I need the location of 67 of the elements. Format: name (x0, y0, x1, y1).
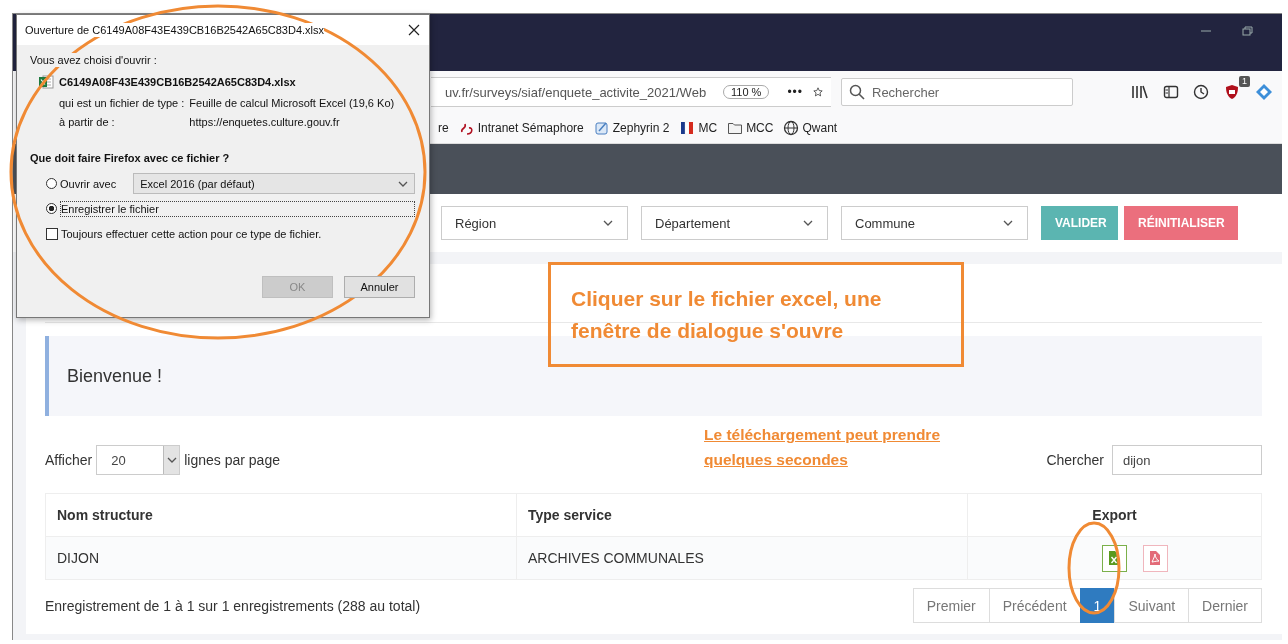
flag-icon (679, 120, 696, 136)
search-field[interactable]: dijon (1112, 445, 1262, 475)
bookmark[interactable]: Zephyrin 2 (593, 120, 670, 136)
pagination-button[interactable]: Dernier (1188, 588, 1262, 623)
close-icon (408, 24, 420, 36)
detail-value: https://enquetes.culture.gouv.fr (189, 116, 341, 128)
filter-dropdown[interactable]: Département (641, 206, 828, 240)
pdf-icon (1148, 550, 1162, 566)
chevron-icon (603, 220, 613, 226)
clock-icon (1193, 84, 1209, 100)
label: Chercher (1046, 452, 1104, 468)
pagination-button[interactable]: Suivant (1114, 588, 1190, 623)
option-label[interactable]: Ouvrir avec (60, 177, 117, 190)
restore-icon (1242, 26, 1254, 36)
filter-dropdown[interactable]: Commune (841, 206, 1028, 240)
note-text: Le téléchargement peut prendre quelques secondes (704, 425, 941, 470)
callout-text: Cliquer sur le fichier excel, une fenêtre de dialogue s'ouvre (571, 287, 882, 342)
checkbox-label[interactable]: Toujours effectuer cette action pour ce type de fichier. (61, 227, 322, 240)
notification-badge: 1 (1239, 76, 1250, 87)
chevron-icon (166, 457, 177, 463)
detail-label: qui est un fichier de type : (59, 97, 185, 109)
pagination-button[interactable]: Premier (912, 588, 990, 623)
sidebar-icon (1163, 84, 1179, 100)
table-cell: ARCHIVES COMMUNALES (528, 550, 704, 566)
bookmark[interactable]: Qwant (783, 120, 838, 136)
bookmark[interactable]: Intranet Sémaphore (458, 120, 584, 136)
radio-button[interactable] (46, 178, 57, 189)
bookmark[interactable]: MC (679, 120, 718, 136)
globe-icon (783, 120, 800, 136)
detail-value: Feuille de calcul Microsoft Excel (19,6 Ko) (189, 97, 396, 109)
chevron-icon (803, 220, 813, 226)
app-dropdown[interactable]: Excel 2016 (par défaut) (133, 173, 415, 194)
pdf-export-button[interactable] (1142, 544, 1168, 572)
cancel-button[interactable]: Annuler (344, 276, 415, 298)
pagination-button[interactable]: Précédent (988, 588, 1081, 623)
chevron-icon (398, 180, 408, 187)
page-size-dropdown[interactable]: 20 (96, 445, 181, 475)
record-summary: Enregistrement de 1 à 1 sur 1 enregistrements (288 au total) (45, 597, 421, 614)
checkbox[interactable] (46, 227, 58, 240)
bookmark[interactable]: MCC (727, 120, 774, 136)
file-name: C6149A08F43E439CB16B2542A65C83D4.xlsx (59, 76, 296, 88)
folder-icon (727, 120, 744, 136)
radio-button[interactable] (46, 203, 57, 214)
chevron-icon (1003, 220, 1013, 226)
column-header: Nom structure (57, 507, 153, 523)
table-cell: DIJON (57, 550, 99, 566)
page-actions-button[interactable]: ••• (787, 85, 803, 99)
detail-label: à partir de : (59, 116, 116, 128)
bookmark[interactable]: re (438, 121, 449, 135)
label: Afficher (45, 452, 93, 468)
url-text: uv.fr/surveys/siaf/enquete_activite_2021/Web (445, 84, 708, 100)
search-field[interactable]: Rechercher (841, 78, 1073, 106)
dialog-text: Vous avez choisi d'ouvrir : (30, 53, 157, 67)
shield-icon (1223, 83, 1241, 101)
option-label[interactable]: Enregistrer le fichier (60, 200, 415, 217)
dialog-title: Ouverture de C6149A08F43E439CB16B2542A65C83D4.xlsx (25, 23, 325, 37)
welcome-text: Bienvenue ! (67, 365, 163, 387)
bookmark-icon (593, 120, 610, 136)
diamond-icon (1255, 83, 1273, 101)
column-header: Export (1092, 507, 1137, 523)
spreadsheet-icon (38, 74, 54, 90)
filter-dropdown[interactable]: Région (441, 206, 628, 240)
dialog-question: Que doit faire Firefox avec ce fichier ? (30, 152, 231, 164)
address-bar[interactable]: uv.fr/surveys/siaf/enquete_activite_2021/Web 110 % ••• (431, 77, 831, 107)
label: lignes par page (184, 452, 280, 468)
column-header: Type service (528, 507, 612, 523)
library-icon (1131, 84, 1149, 100)
